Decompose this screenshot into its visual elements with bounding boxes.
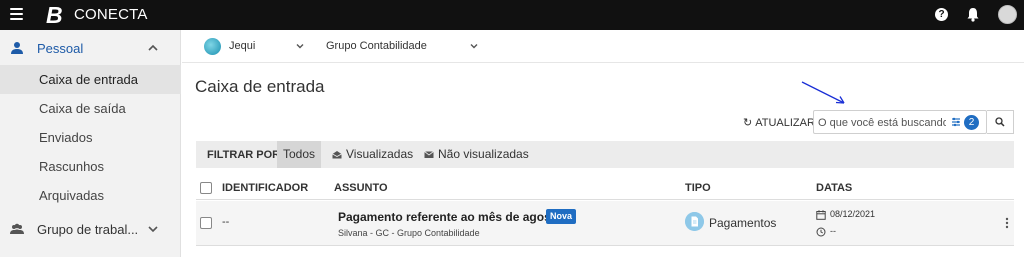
search-input[interactable] [818,115,946,130]
annotation-arrow [801,81,845,104]
envelope-icon [424,151,434,158]
bell-icon[interactable] [966,7,980,22]
column-header-assunto[interactable]: ASSUNTO [334,182,388,195]
refresh-button[interactable]: ↻ ATUALIZAR [743,116,815,130]
sidebar-item-caixa-de-entrada[interactable]: Caixa de entrada [0,65,181,94]
more-options-icon[interactable] [1004,216,1010,230]
filter-count-badge[interactable]: 2 [964,115,979,130]
row-checkbox[interactable] [200,217,212,229]
group-selector[interactable]: Grupo Contabilidade [326,40,427,53]
row-identifier: -- [222,216,230,228]
sidebar-group-label: Pessoal [37,41,84,56]
document-icon [685,212,704,231]
chevron-down-icon[interactable] [147,223,159,235]
table-header: IDENTIFICADOR ASSUNTO TIPO DATAS [196,176,1014,200]
sliders-icon[interactable] [951,117,961,127]
sidebar-group-pessoal[interactable]: Pessoal [0,32,181,64]
sidebar-item-label: Enviados [39,130,93,145]
search-icon [995,117,1005,127]
filter-bar: FILTRAR POR Todos Visualizadas Não visua… [196,141,1014,168]
top-bar: B CONECTA ? [0,0,1024,30]
refresh-label: ATUALIZAR [755,117,815,129]
filter-nao-visualizadas[interactable]: Não visualizadas [418,141,535,168]
main-content: Jequi Grupo Contabilidade Caixa de entra… [182,30,1024,257]
app-name: CONECTA [74,6,148,23]
table-row[interactable]: -- Pagamento referente ao mês de agosto … [196,201,1014,246]
filter-label: FILTRAR POR [207,149,281,161]
org-logo [204,38,221,55]
page-title: Caixa de entrada [195,77,325,96]
context-bar: Jequi Grupo Contabilidade [182,30,1024,63]
filter-option-label: Visualizadas [346,147,414,161]
sidebar-item-arquivadas[interactable]: Arquivadas [0,181,181,210]
row-secondary-date: -- [830,226,836,236]
hamburger-menu-icon[interactable] [10,8,23,21]
column-header-datas[interactable]: DATAS [816,182,852,195]
group-icon [10,223,24,234]
chevron-down-icon[interactable] [295,41,305,51]
filter-option-label: Não visualizadas [438,147,529,161]
help-icon[interactable]: ? [935,8,948,21]
filter-visualizadas[interactable]: Visualizadas [326,141,419,168]
row-subject[interactable]: Pagamento referente ao mês de agosto [338,210,562,224]
search-button[interactable] [987,110,1014,134]
select-all-checkbox[interactable] [200,182,212,194]
column-header-tipo[interactable]: TIPO [685,182,711,195]
refresh-icon: ↻ [743,117,753,129]
sidebar-item-rascunhos[interactable]: Rascunhos [0,152,181,181]
column-header-identificador[interactable]: IDENTIFICADOR [222,182,308,195]
sidebar-item-label: Rascunhos [39,159,105,174]
person-icon [11,42,23,54]
search-box: 2 [813,110,987,134]
filter-option-label: Todos [283,147,316,161]
clock-icon [816,227,826,237]
envelope-open-icon [332,151,342,159]
new-badge: Nova [546,209,577,224]
chevron-up-icon[interactable] [147,42,159,54]
sidebar-group-label: Grupo de trabal... [37,222,139,237]
row-date: 08/12/2021 [830,209,876,219]
app-logo: B [46,2,63,28]
sidebar: Pessoal Caixa de entrada Caixa de saída … [0,30,181,257]
avatar[interactable] [998,5,1017,24]
calendar-icon [816,210,826,220]
row-type: Pagamentos [709,216,777,230]
sidebar-item-label: Caixa de saída [39,101,126,116]
sidebar-item-label: Caixa de entrada [39,72,139,87]
sidebar-item-label: Arquivadas [39,188,105,203]
chevron-down-icon[interactable] [469,41,479,51]
sidebar-item-caixa-de-saida[interactable]: Caixa de saída [0,94,181,123]
row-sender: Silvana - GC - Grupo Contabilidade [338,228,480,238]
sidebar-item-enviados[interactable]: Enviados [0,123,181,152]
filter-todos[interactable]: Todos [277,141,322,168]
org-selector[interactable]: Jequi [229,40,255,53]
sidebar-group-workgroup[interactable]: Grupo de trabal... [0,213,181,245]
